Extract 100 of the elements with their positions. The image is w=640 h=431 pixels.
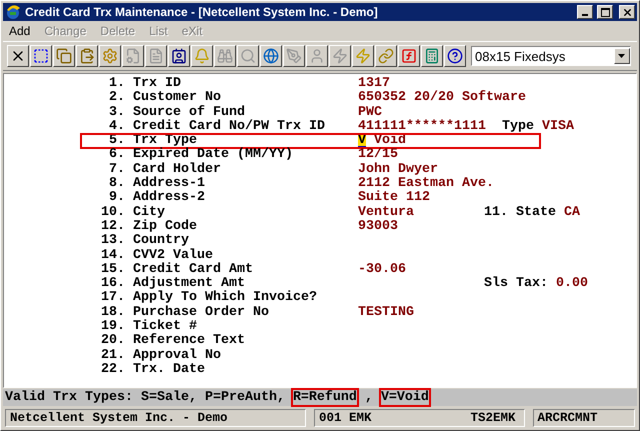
- person-icon: [309, 48, 325, 64]
- field-label: Source of Fund: [133, 106, 245, 120]
- toolbar-button[interactable]: [375, 45, 397, 67]
- menu-item[interactable]: Add: [9, 24, 30, 38]
- field-label: Purchase Order No: [133, 306, 270, 320]
- toolbar-button[interactable]: [7, 45, 29, 67]
- field-number: 22.: [101, 362, 125, 378]
- field-label: Address-1: [133, 177, 206, 192]
- field-value: -30.06: [358, 262, 407, 278]
- contact-card-icon: [171, 48, 187, 64]
- field-value: 1317: [358, 77, 391, 91]
- hint-text: Valid Trx Types: S=Sale, P=PreAuth,: [5, 390, 285, 405]
- highlighted-hint: R=Refund: [292, 390, 357, 405]
- link-icon: [378, 48, 394, 64]
- field-label: Ticket #: [133, 320, 197, 334]
- field-value: 2112 Eastman Ave.: [358, 177, 494, 192]
- field-number: 15.: [101, 262, 125, 277]
- field-label: Address-2: [133, 191, 206, 206]
- function-icon: [401, 48, 417, 64]
- field-value: Suite 112: [358, 191, 431, 206]
- field-number: 1.: [108, 77, 125, 91]
- help-icon: [447, 48, 463, 64]
- toolbar-button[interactable]: [191, 45, 213, 67]
- field-label: Country: [133, 234, 189, 248]
- field-value: 12/15: [358, 148, 399, 162]
- field-number: 17.: [101, 291, 125, 306]
- maximize-icon: [600, 8, 610, 16]
- maximize-button[interactable]: [597, 5, 613, 19]
- field-number: 12.: [101, 220, 125, 234]
- field-number: 2.: [108, 91, 125, 106]
- field-label: Adjustment Amt: [133, 277, 246, 292]
- status-text: 001 EMK: [318, 411, 372, 425]
- document-icon: [148, 48, 164, 64]
- toolbar-button[interactable]: [53, 45, 75, 67]
- field-label: Sls Tax:: [484, 277, 548, 292]
- field-label: Card Holder: [133, 162, 222, 177]
- toolbar-button[interactable]: [444, 45, 466, 67]
- lightning-icon: [355, 48, 371, 64]
- field-number: 13.: [101, 234, 125, 249]
- field-number: 3.: [108, 106, 125, 120]
- field-number: 14.: [101, 248, 125, 263]
- status-text: ARCRCMNT: [538, 411, 598, 425]
- status-text: Netcellent System Inc. - Demo: [10, 411, 228, 425]
- globe-icon: [263, 48, 279, 64]
- app-logo-icon: [5, 4, 21, 20]
- field-value: 93003: [358, 220, 399, 234]
- status-text: TS2EMK: [470, 411, 516, 425]
- field-label: Apply To Which Invoice?: [133, 291, 318, 306]
- field-number: 21.: [101, 348, 125, 363]
- gear-icon: [102, 48, 118, 64]
- field-value: 411111******1111: [358, 120, 486, 134]
- toolbar-button[interactable]: [99, 45, 121, 67]
- field-label: Trx. Date: [133, 362, 206, 378]
- toolbar-button[interactable]: [30, 45, 52, 67]
- paste-icon: [79, 48, 95, 64]
- field-number: 16.: [101, 277, 125, 292]
- toolbar-button[interactable]: [398, 45, 420, 67]
- copy-icon: [56, 48, 72, 64]
- document-gear-icon: [125, 48, 141, 64]
- field-number: 10.: [101, 206, 125, 220]
- field-label: Reference Text: [133, 334, 246, 348]
- field-label: 11. State: [484, 206, 556, 220]
- close-icon: [622, 6, 632, 18]
- field-number: 20.: [101, 334, 125, 349]
- field-value: 650352 20/20 Software: [358, 91, 526, 106]
- toolbar-button[interactable]: [260, 45, 282, 67]
- field-label: Approval No: [133, 348, 222, 363]
- window-title: Credit Card Trx Maintenance - [Netcellent System Inc. - Demo]: [25, 5, 379, 19]
- toolbar-button[interactable]: [76, 45, 98, 67]
- lightning-icon: [332, 48, 348, 64]
- field-value: VISA: [542, 120, 574, 134]
- field-label: Type: [502, 120, 534, 134]
- field-label: Trx ID: [133, 77, 182, 91]
- field-value: Ventura: [358, 206, 415, 220]
- close-button[interactable]: [619, 5, 635, 19]
- field-number: 6.: [108, 148, 125, 163]
- field-number: 9.: [108, 191, 125, 206]
- pen-icon: [286, 48, 302, 64]
- field-value: 0.00: [556, 277, 588, 292]
- highlighted-hint: V=Void: [380, 390, 429, 405]
- toolbar-button[interactable]: [352, 45, 374, 67]
- field-number: 19.: [101, 320, 125, 334]
- field-label: Expired Date (MM/YY): [133, 148, 294, 162]
- calculator-icon: [424, 48, 440, 64]
- field-number: 8.: [108, 177, 125, 192]
- binoculars-icon: [217, 48, 233, 64]
- field-number: 4.: [108, 120, 125, 134]
- field-label: Credit Card No/PW Trx ID: [133, 120, 326, 134]
- search-icon: [240, 48, 256, 64]
- field-number: 7.: [108, 162, 125, 177]
- toolbar-button[interactable]: [421, 45, 443, 67]
- field-value: John Dwyer: [358, 162, 439, 177]
- field-label: Customer No: [133, 91, 221, 106]
- minimize-button[interactable]: [577, 5, 593, 19]
- font-dropdown[interactable]: 08x15 Fixedsys: [471, 46, 631, 66]
- field-value: TESTING: [358, 306, 415, 320]
- hint-text: ,: [364, 390, 373, 405]
- field-value: CA: [564, 206, 580, 220]
- field-value: PWC: [358, 106, 382, 120]
- toolbar-button[interactable]: [168, 45, 190, 67]
